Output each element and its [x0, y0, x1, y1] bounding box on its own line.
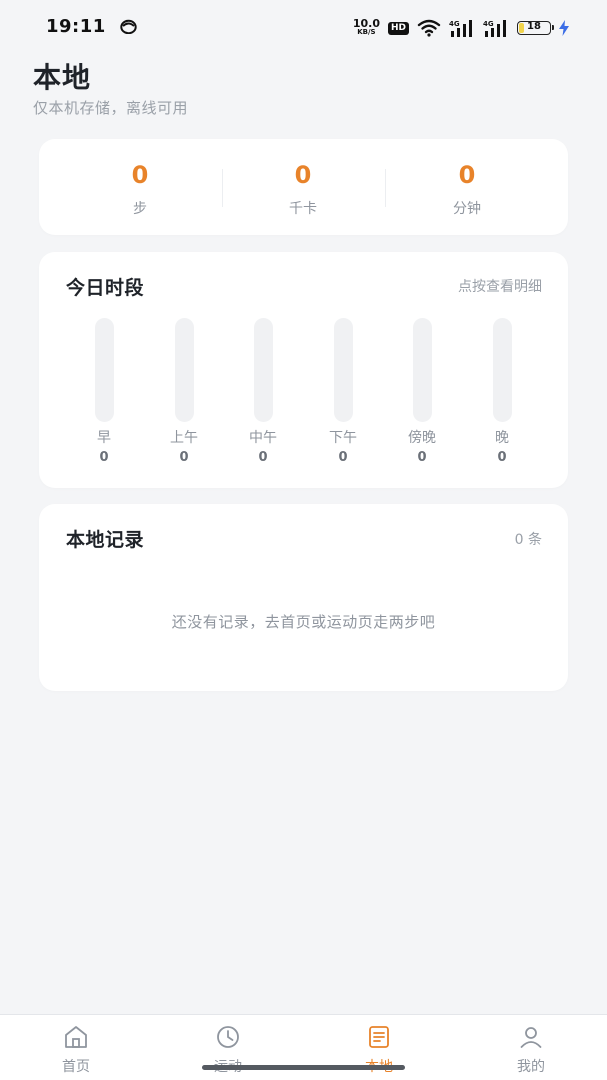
period-value: 0 [338, 450, 348, 465]
stat-steps-value: 0 [131, 161, 149, 189]
wifi-icon [417, 19, 441, 37]
nav-item-sport[interactable]: 运动 [152, 1015, 304, 1080]
local-records-title: 本地记录 [66, 529, 145, 551]
period-bar-track [412, 318, 432, 422]
stat-calories-label: 千卡 [289, 201, 317, 217]
nav-label-mine: 我的 [517, 1059, 545, 1075]
network-speed-unit: KB/S [357, 28, 376, 36]
local-records-card: 本地记录 0 条 还没有记录，去首页或运动页走两步吧 [39, 504, 568, 691]
status-bar: 19:11 10.0 KB/S HD 4G 4G 18 [0, 0, 607, 56]
period-label: 上午 [170, 430, 198, 446]
period-value: 0 [258, 450, 268, 465]
period-afternoon[interactable]: 下午 0 [313, 318, 373, 466]
period-label: 中午 [249, 430, 277, 446]
period-label: 早 [97, 430, 111, 446]
period-value: 0 [179, 450, 189, 465]
period-noon[interactable]: 中午 0 [233, 318, 293, 466]
notification-app-icon [120, 19, 137, 34]
stat-minutes: 0 分钟 [385, 139, 549, 235]
stat-calories-value: 0 [294, 161, 312, 189]
user-icon [520, 1027, 542, 1048]
status-icons: 10.0 KB/S HD 4G 4G 18 [353, 17, 569, 39]
period-forenoon[interactable]: 上午 0 [154, 318, 214, 466]
nav-item-home[interactable]: 首页 [0, 1015, 152, 1080]
today-periods-title: 今日时段 [66, 277, 145, 299]
document-icon [369, 1026, 389, 1048]
hd-badge: HD [387, 21, 409, 35]
period-value: 0 [497, 450, 507, 465]
charging-bolt-icon [559, 20, 569, 36]
status-time: 19:11 [46, 16, 106, 37]
bottom-nav: 首页 运动 本地 我的 [0, 1014, 607, 1080]
period-bar-track [492, 318, 512, 422]
period-morning[interactable]: 早 0 [74, 318, 134, 466]
screen: 19:11 10.0 KB/S HD 4G 4G 18 本地 仅本机存储，离线可… [0, 0, 607, 1080]
stats-card: 0 步 0 千卡 0 分钟 [39, 139, 568, 235]
page-title: 本地 [33, 61, 92, 94]
empty-state-text: 还没有记录，去首页或运动页走两步吧 [171, 613, 436, 631]
period-bar-track [174, 318, 194, 422]
cellular-signal-icon: 4G [483, 20, 506, 37]
page-subtitle: 仅本机存储，离线可用 [33, 99, 189, 117]
signal-1-label: 4G [449, 20, 460, 28]
period-label: 下午 [329, 430, 357, 446]
stat-calories: 0 千卡 [221, 139, 385, 235]
stat-steps-label: 步 [133, 201, 147, 217]
battery-level: 18 [527, 21, 541, 32]
signal-2-label: 4G [483, 20, 494, 28]
stat-steps: 0 步 [58, 139, 222, 235]
view-details-hint[interactable]: 点按查看明细 [458, 276, 542, 296]
nav-label-home: 首页 [62, 1059, 90, 1075]
stat-minutes-label: 分钟 [453, 201, 481, 217]
period-bar-track [253, 318, 273, 422]
period-bar-track [333, 318, 353, 422]
today-periods-card[interactable]: 今日时段 点按查看明细 早 0 上午 0 中午 0 下午 0 傍晚 0 晚 0 [39, 252, 568, 488]
home-icon [65, 1026, 87, 1048]
cellular-signal-icon: 4G [449, 20, 472, 37]
home-indicator[interactable] [202, 1065, 405, 1070]
nav-item-local[interactable]: 本地 [303, 1015, 455, 1080]
period-label: 晚 [495, 430, 509, 446]
period-evening[interactable]: 晚 0 [472, 318, 532, 466]
period-value: 0 [99, 450, 109, 465]
battery-cap [552, 25, 554, 30]
period-bar-track [94, 318, 114, 422]
network-speed: 10.0 KB/S [352, 17, 380, 37]
battery-icon: 18 [517, 21, 554, 35]
period-dusk[interactable]: 傍晚 0 [392, 318, 452, 466]
network-speed-value: 10.0 [352, 17, 380, 30]
stat-minutes-value: 0 [458, 161, 476, 189]
records-count: 0 条 [514, 532, 542, 548]
period-value: 0 [417, 450, 427, 465]
clock-icon [217, 1026, 239, 1048]
period-label: 傍晚 [408, 430, 436, 446]
nav-item-mine[interactable]: 我的 [455, 1015, 607, 1080]
